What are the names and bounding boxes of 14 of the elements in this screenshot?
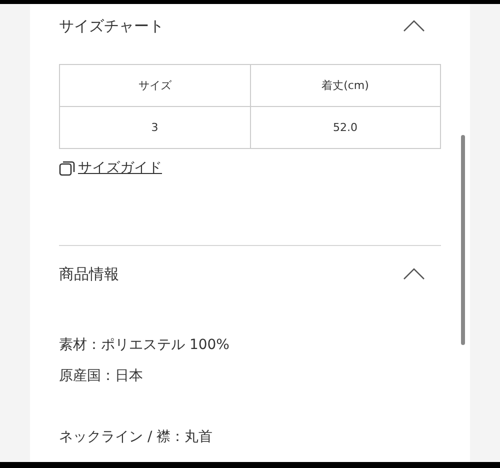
chevron-icon[interactable] [403,20,425,32]
section-title: 商品情報 [59,264,119,284]
chevron-icon[interactable] [403,268,425,280]
info-text: ネックライン / 襟：丸首 [59,428,214,447]
table-header-cell: サイズ [60,64,250,106]
info-text: 素材：ポリエステル 100% [59,336,230,355]
scrollbar[interactable] [461,135,465,345]
table-cell: 52.0 [250,106,440,148]
table-header-cell: 着丈(cm) [250,64,440,106]
section-title: サイズチャート [59,16,164,36]
table-cell: 3 [60,106,250,148]
size-guide-link[interactable]: サイズガイド [78,159,162,177]
copy-icon [59,160,75,176]
info-text: 原産国：日本 [59,367,144,386]
